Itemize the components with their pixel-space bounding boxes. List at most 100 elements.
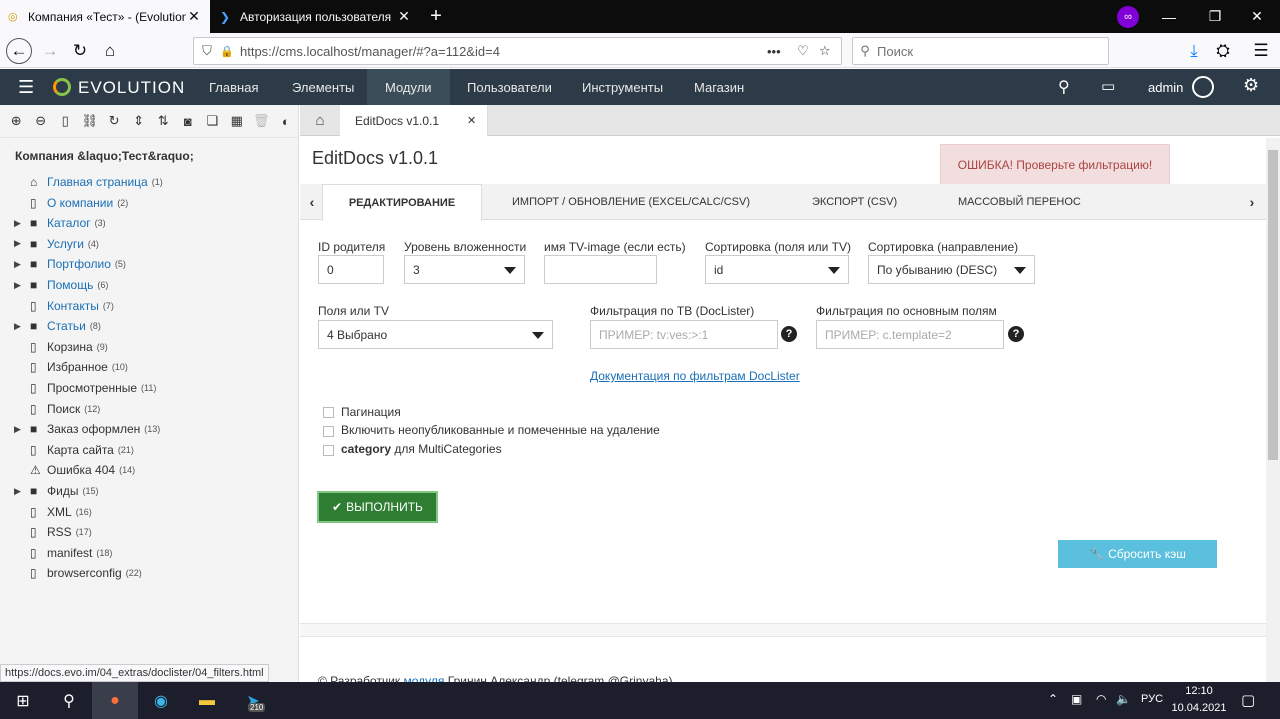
tree-item-label[interactable]: Услуги: [47, 237, 84, 251]
maximize-icon[interactable]: ❐: [1192, 0, 1238, 33]
clock-date[interactable]: 10.04.2021: [1170, 702, 1228, 714]
tab-edit[interactable]: РЕДАКТИРОВАНИЕ: [322, 184, 482, 221]
pagination-checkbox[interactable]: [323, 407, 334, 418]
bookmark-star-icon[interactable]: ☆: [819, 43, 841, 59]
tabs-next-icon[interactable]: ›: [1244, 184, 1260, 220]
chevron-up-icon[interactable]: ⌃: [1048, 692, 1058, 706]
notifications-icon[interactable]: ▢: [1241, 691, 1255, 709]
tree-item-label[interactable]: Заказ оформлен: [47, 422, 140, 436]
tree-item-label[interactable]: Статьи: [47, 319, 86, 333]
search-input[interactable]: ⚲ Поиск: [852, 37, 1109, 65]
expand-arrow-icon[interactable]: ▶: [14, 486, 30, 497]
network-device-icon[interactable]: ▣: [1071, 692, 1082, 706]
volume-icon[interactable]: 🔈: [1116, 692, 1131, 706]
contrast-icon[interactable]: ◐: [274, 114, 299, 129]
pocket-icon[interactable]: ♡: [797, 43, 819, 59]
tree-item-label[interactable]: Корзина: [47, 340, 93, 354]
tree-item-label[interactable]: Просмотренные: [47, 381, 137, 395]
tree-item[interactable]: ▯ XML (16): [14, 502, 92, 522]
sort-direction-select[interactable]: По убыванию (DESC): [868, 255, 1035, 284]
home-icon[interactable]: ⌂: [97, 38, 123, 64]
tree-item[interactable]: ⌂ Главная страница (1): [14, 172, 163, 192]
category-checkbox[interactable]: [323, 445, 334, 456]
library-icon[interactable]: ⛭: [1210, 38, 1236, 64]
tree-item[interactable]: ▯ browserconfig (22): [14, 563, 142, 583]
tree-item-label[interactable]: Карта сайта: [47, 443, 114, 457]
trash-icon[interactable]: 🗑: [249, 113, 274, 129]
help-icon[interactable]: ?: [1008, 326, 1024, 342]
new-tab-button[interactable]: +: [424, 0, 448, 33]
expand-all-icon[interactable]: ⊕: [4, 113, 29, 129]
menu-users[interactable]: Пользователи: [449, 69, 570, 105]
grid-icon[interactable]: ▦: [225, 113, 250, 129]
browser-tab-inactive[interactable]: ❯ Авторизация пользователя ✕: [212, 0, 420, 33]
tree-item[interactable]: ▯ Контакты (7): [14, 296, 114, 316]
depth-select[interactable]: 3: [404, 255, 525, 284]
tree-item-label[interactable]: Портфолио: [47, 257, 111, 271]
new-document-icon[interactable]: ▯: [53, 113, 78, 129]
camera-icon[interactable]: ◙: [176, 114, 201, 129]
tree-item-label[interactable]: manifest: [47, 546, 92, 560]
windows-start-icon[interactable]: ⊞: [0, 682, 46, 719]
expand-arrow-icon[interactable]: ▶: [14, 280, 30, 291]
tree-item-label[interactable]: RSS: [47, 525, 72, 539]
close-icon[interactable]: ✕: [186, 8, 202, 25]
refresh-icon[interactable]: ↻: [102, 113, 127, 129]
filter-tv-input[interactable]: ПРИМЕР: tv:ves:>:1: [590, 320, 778, 349]
tv-image-input[interactable]: [544, 255, 657, 284]
tree-item[interactable]: ▯ Карта сайта (21): [14, 440, 134, 460]
tabs-prev-icon[interactable]: ‹: [304, 184, 320, 220]
more-actions-icon[interactable]: •••: [767, 44, 797, 59]
close-icon[interactable]: ✕: [396, 8, 412, 25]
tree-item[interactable]: ▶ ■ Портфолио (5): [14, 254, 126, 274]
back-arrow-icon[interactable]: ←: [6, 38, 32, 64]
tree-item-label[interactable]: XML: [47, 505, 72, 519]
tree-item[interactable]: ▯ Просмотренные (11): [14, 378, 156, 398]
tree-item-label[interactable]: Поиск: [47, 402, 80, 416]
sort-icon[interactable]: ⇕: [127, 113, 152, 129]
window-close-icon[interactable]: ✕: [1234, 0, 1280, 33]
menu-main[interactable]: Главная: [191, 69, 276, 105]
tree-item-label[interactable]: Помощь: [47, 278, 93, 292]
tab-import[interactable]: ИМПОРТ / ОБНОВЛЕНИЕ (EXCEL/CALC/CSV): [512, 184, 750, 220]
tree-item[interactable]: ▶ ■ Фиды (15): [14, 481, 98, 501]
tree-item[interactable]: ▶ ■ Услуги (4): [14, 234, 99, 254]
search-icon[interactable]: ⚲: [46, 682, 92, 719]
help-icon[interactable]: ?: [781, 326, 797, 342]
tree-item-label[interactable]: Контакты: [47, 299, 99, 313]
tree-item[interactable]: ▯ О компании (2): [14, 193, 128, 213]
tab-export[interactable]: ЭКСПОРТ (CSV): [812, 184, 897, 220]
firefox-icon[interactable]: ●: [92, 682, 138, 719]
parent-id-input[interactable]: 0: [318, 255, 384, 284]
tree-item[interactable]: ▶ ■ Каталог (3): [14, 213, 106, 233]
menu-modules[interactable]: Модули: [367, 69, 450, 105]
home-tab-icon[interactable]: ⌂: [300, 105, 340, 136]
telegram-icon[interactable]: ➤: [230, 682, 276, 719]
tree-item[interactable]: ▯ RSS (17): [14, 522, 92, 542]
menu-tools[interactable]: Инструменты: [564, 69, 681, 105]
tree-item-label[interactable]: Ошибка 404: [47, 463, 115, 477]
sort-order-icon[interactable]: ⇅: [151, 113, 176, 129]
tree-item[interactable]: ▯ Корзина (9): [14, 337, 108, 357]
tree-item-label[interactable]: browserconfig: [47, 566, 122, 580]
tree-item[interactable]: ▶ ■ Заказ оформлен (13): [14, 419, 160, 439]
tree-item-label[interactable]: Главная страница: [47, 175, 148, 189]
forward-arrow-icon[interactable]: →: [37, 38, 63, 64]
tree-item[interactable]: ▶ ■ Помощь (6): [14, 275, 108, 295]
collapse-all-icon[interactable]: ⊖: [29, 113, 54, 129]
reload-icon[interactable]: ↻: [67, 38, 93, 64]
wifi-icon[interactable]: ◠: [1096, 692, 1106, 706]
settings-gears-icon[interactable]: ⚙: [1243, 75, 1259, 96]
tree-item[interactable]: ▯ Поиск (12): [14, 399, 100, 419]
download-icon[interactable]: ⤓: [1181, 38, 1207, 64]
tree-item[interactable]: ▯ manifest (18): [14, 543, 112, 563]
doclister-docs-link[interactable]: Документация по фильтрам DocLister: [590, 369, 800, 383]
tree-root[interactable]: Компания &laquo;Тест&raquo;: [15, 149, 194, 163]
url-bar[interactable]: ⛉ 🔒 https://cms.localhost/manager/#?a=11…: [193, 37, 842, 65]
language-indicator[interactable]: РУС: [1141, 693, 1163, 705]
file-explorer-icon[interactable]: ▬: [184, 682, 230, 719]
copy-icon[interactable]: ❏: [200, 113, 225, 129]
hamburger-menu-icon[interactable]: ☰: [1248, 38, 1274, 64]
scrollbar[interactable]: [1266, 138, 1280, 682]
module-tab[interactable]: EditDocs v1.0.1 ✕: [340, 105, 488, 136]
